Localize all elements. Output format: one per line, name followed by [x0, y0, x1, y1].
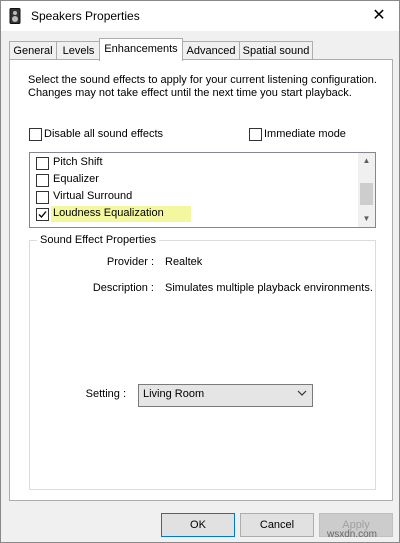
list-item-selected[interactable]: Loudness Equalization [30, 206, 357, 222]
list-item-label: Loudness Equalization [53, 207, 164, 219]
provider-value: Realtek [165, 256, 203, 268]
immediate-mode-label: Immediate mode [264, 128, 346, 140]
window-title: Speakers Properties [31, 9, 140, 23]
list-item[interactable]: Equalizer [30, 172, 357, 188]
provider-label: Provider : [106, 256, 154, 268]
list-item[interactable]: Virtual Surround [30, 189, 357, 205]
scroll-thumb[interactable] [360, 183, 373, 205]
scroll-up-icon[interactable]: ▲ [358, 153, 375, 169]
tab-enhancements[interactable]: Enhancements [99, 38, 183, 61]
effects-scrollbar[interactable]: ▲ ▼ [358, 153, 375, 227]
immediate-mode-checkbox[interactable] [249, 128, 262, 141]
speaker-icon [9, 8, 21, 24]
tab-general[interactable]: General [9, 41, 57, 60]
list-item-label: Pitch Shift [53, 156, 103, 168]
checkmark-icon [38, 211, 47, 218]
sound-effect-properties-group [29, 240, 376, 490]
tab-advanced[interactable]: Advanced [182, 41, 240, 60]
pitch-shift-checkbox[interactable] [36, 157, 49, 170]
cancel-button[interactable]: Cancel [240, 513, 314, 537]
virtual-surround-checkbox[interactable] [36, 191, 49, 204]
tab-levels[interactable]: Levels [56, 41, 101, 60]
description-value: Simulates multiple playback environments… [165, 282, 373, 294]
disable-all-label: Disable all sound effects [44, 128, 164, 140]
group-title: Sound Effect Properties [37, 234, 159, 246]
setting-dropdown[interactable]: Living Room [138, 384, 313, 407]
disable-all-checkbox[interactable] [29, 128, 42, 141]
description-label: Description : [92, 282, 154, 294]
close-button[interactable]: ✕ [359, 1, 399, 31]
properties-dialog: Speakers Properties ✕ General Levels Enh… [0, 0, 400, 543]
list-item-label: Equalizer [53, 173, 99, 185]
loudness-equalization-checkbox[interactable] [36, 208, 49, 221]
watermark-text: wsxdn.com [327, 529, 378, 540]
tab-spatial-sound[interactable]: Spatial sound [239, 41, 313, 60]
equalizer-checkbox[interactable] [36, 174, 49, 187]
setting-label: Setting : [85, 388, 126, 400]
list-item-label: Virtual Surround [53, 190, 133, 202]
ok-button[interactable]: OK [161, 513, 235, 537]
title-bar: Speakers Properties ✕ [1, 1, 399, 31]
list-item[interactable]: Pitch Shift [30, 155, 357, 171]
enhancements-description: Select the sound effects to apply for yo… [28, 74, 377, 99]
effects-list[interactable]: Pitch Shift Equalizer Virtual Surround L… [29, 152, 376, 228]
scroll-down-icon[interactable]: ▼ [358, 211, 375, 227]
setting-selected-value: Living Room [143, 388, 205, 400]
chevron-down-icon [297, 388, 307, 401]
